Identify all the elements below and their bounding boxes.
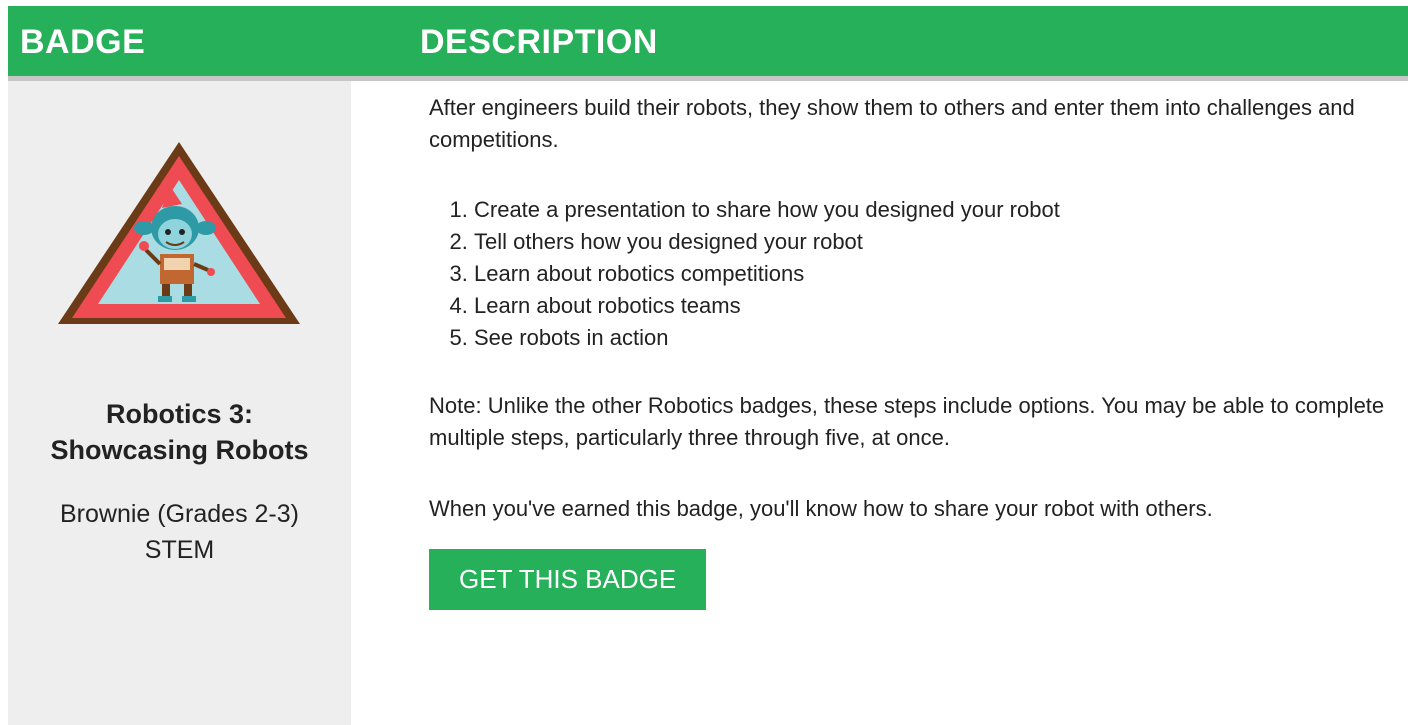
list-item: Create a presentation to share how you d… (474, 194, 1399, 226)
brownie-robot-triangle-badge-icon (58, 142, 300, 324)
steps-list: Create a presentation to share how you d… (429, 194, 1399, 354)
description-earned: When you've earned this badge, you'll kn… (429, 496, 1213, 521)
get-this-badge-button[interactable]: GET THIS BADGE (429, 549, 707, 610)
description-intro: After engineers build their robots, they… (429, 95, 1355, 152)
list-item: Tell others how you designed your robot (474, 226, 1399, 258)
list-item: Learn about robotics teams (474, 290, 1399, 322)
badge-level: Brownie (Grades 2-3) (60, 500, 299, 528)
badge-category: STEM (144, 536, 215, 564)
list-item: Learn about robotics competitions (474, 258, 1399, 290)
list-item: See robots in action (474, 322, 1399, 354)
badge-title: Robotics 3: Showcasing Robots (8, 396, 351, 468)
description-panel: After engineers build their robots, they… (429, 92, 1399, 610)
description-note: Note: Unlike the other Robotics badges, … (429, 393, 1385, 450)
badge-panel: Robotics 3: Showcasing Robots Brownie (G… (8, 81, 351, 725)
badge-meta: Brownie (Grades 2-3) STEM (8, 496, 351, 568)
description-column-title: DESCRIPTION (420, 23, 658, 61)
badge-table: BADGE DESCRIPTION Robotics 3: Showcasing… (8, 6, 1408, 725)
badge-title-line2: Showcasing Robots (50, 435, 309, 465)
table-header: BADGE DESCRIPTION (8, 6, 1408, 76)
badge-column-title: BADGE (20, 23, 146, 61)
badge-title-line1: Robotics 3: (105, 399, 253, 429)
